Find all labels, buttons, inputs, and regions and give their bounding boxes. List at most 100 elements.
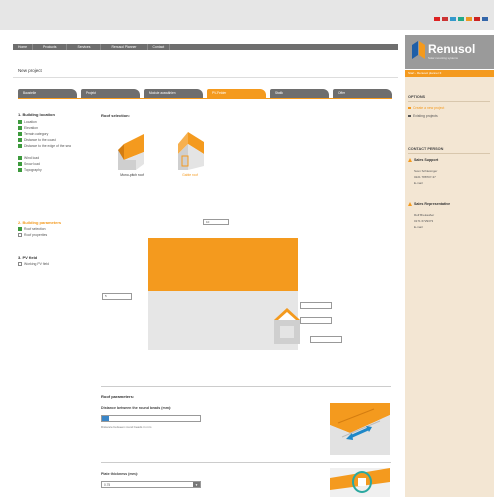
roof-drawing[interactable] [148,238,300,350]
pv-field-area[interactable] [148,238,298,291]
step-item[interactable]: Snow load [18,162,102,167]
brand-logo[interactable]: Renusol Solar mounting systems [405,35,494,69]
step-heading: 3. PV field [18,255,38,260]
divider [408,101,490,102]
nav-item-products[interactable]: Products [33,44,68,50]
top-bar [0,0,494,30]
check-icon [18,162,22,167]
step-label: Terrain category [24,132,49,136]
check-icon [18,138,22,143]
contact-role: Sales Support [414,158,439,162]
gable-roof-icon [178,132,204,170]
nav-item-planner[interactable]: Renusol Planner [101,44,148,50]
warning-icon [408,202,412,206]
flag-en-icon[interactable] [442,17,448,21]
mono-pitch-roof-icon [118,134,144,170]
tab-module[interactable]: Module auswählen [144,89,203,98]
check-icon [18,126,22,131]
step-item[interactable]: Roof selection [18,227,102,232]
create-project-link[interactable]: Create a new project [408,106,444,110]
plate-thickness-value: 0.75 [104,483,111,487]
check-icon [18,144,22,149]
checkbox-icon [18,233,22,238]
language-flags [434,17,488,21]
dimension-input-top[interactable]: 10 [203,219,229,225]
existing-projects-link[interactable]: Existing projects [408,114,438,118]
step-label: Topography [24,168,42,172]
flag-fr-icon[interactable] [450,17,456,21]
arrow-icon [408,107,411,109]
flag-it-icon[interactable] [458,17,464,21]
step-item[interactable]: Location [18,120,102,125]
contact-name: Rolf Brekaußer [414,213,435,217]
dimension-input-right-2[interactable] [300,317,332,324]
step-item[interactable]: Distance to the coast [18,138,102,143]
roof-selection-heading: Roof selection: [101,113,130,118]
contact-sales-support: Sales Support [408,158,438,162]
flag-es-icon[interactable] [466,17,472,21]
breadcrumb: Start - Renusol planner II [405,70,494,77]
check-icon [18,120,22,125]
dimension-input-left[interactable]: 5 [102,293,132,300]
brand-name: Renusol [428,42,476,56]
bead-distance-illustration [330,403,390,455]
step-label: Roof properties [24,233,48,237]
step-item[interactable]: Roof properties [18,233,102,238]
tab-statik[interactable]: Statik [270,89,329,98]
flag-cz-icon[interactable] [482,17,488,21]
chevron-down-icon: ▼ [193,482,200,487]
roof-option-gable[interactable]: Gable roof [170,130,210,177]
page-title: New project [18,68,42,73]
nav-item-home[interactable]: Home [13,44,34,50]
options-heading: OPTIONS [408,95,426,99]
tab-projekt[interactable]: Projekt [81,89,140,98]
roof-option-label: Mono-pitch roof [120,173,144,177]
existing-projects-label: Existing projects [413,114,438,118]
brand-tagline: Solar mounting systems [428,56,458,60]
divider [408,153,490,154]
step-label: Distance to the coast [24,138,56,142]
step-item[interactable]: Topography [18,168,102,173]
step-item[interactable]: Distance to the edge of the sea [18,144,102,149]
bead-distance-hint: Distance between round beads in mm [101,425,152,429]
roof-option-mono-pitch[interactable]: Mono-pitch roof [112,130,152,177]
step-label: Snow load [24,162,40,166]
step-item[interactable]: Elevation [18,126,102,131]
checkbox-icon [18,227,22,232]
nav-item-services[interactable]: Services [67,44,102,50]
step-heading: 1. Building location [18,112,55,117]
checkbox-icon [18,262,22,267]
check-icon [18,132,22,137]
step-label: Elevation [24,126,38,130]
contact-email-link[interactable]: E-mail [414,225,423,229]
contact-phone: 0221 788707-37 [414,175,436,179]
step-item[interactable]: Working PV field [18,262,102,267]
tab-baustelle[interactable]: Baustelle [18,89,77,98]
flag-nl-icon[interactable] [474,17,480,21]
contact-email-link[interactable]: E-mail [414,181,423,185]
main-nav: Home Products Services Renusol Planner C… [13,44,398,50]
check-icon [18,156,22,161]
logo-icon [412,41,425,59]
divider [18,98,392,99]
dimension-input-right-1[interactable] [300,302,332,309]
step-label: Distance to the edge of the sea [24,144,71,148]
plate-thickness-select[interactable]: 0.75 ▼ [101,481,201,488]
check-icon [18,168,22,173]
house-icon [274,308,300,344]
input-focus-marker [102,416,109,421]
nav-item-contact[interactable]: Contact [148,44,171,50]
sidebar: OPTIONS Create a new project Existing pr… [405,77,494,497]
tab-offer[interactable]: Offer [333,89,392,98]
tab-pv-felder[interactable]: PV-Felder [207,89,266,98]
dimension-input-right-3[interactable] [310,336,342,343]
step-label: Location [24,120,37,124]
step-item[interactable]: Wind load [18,156,102,161]
step-item[interactable]: Terrain category [18,132,102,137]
bead-distance-label: Distance between the round beads (mm): [101,406,172,410]
contact-phone: 0171 6729373 [414,219,434,223]
create-project-label: Create a new project [413,106,445,110]
step-heading: 2. Building parameters [18,220,62,225]
bead-distance-input[interactable] [101,415,201,422]
flag-de-icon[interactable] [434,17,440,21]
